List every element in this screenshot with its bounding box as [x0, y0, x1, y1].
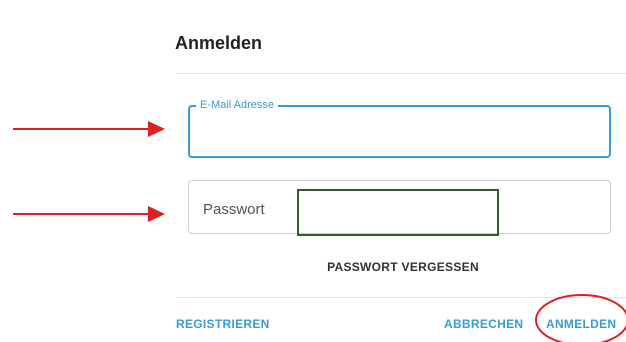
green-highlight-box	[297, 189, 499, 236]
red-arrow-icon	[13, 121, 165, 137]
annotation-overlay	[13, 121, 626, 342]
red-arrow-icon	[13, 206, 165, 222]
red-ellipse-highlight	[535, 294, 626, 342]
